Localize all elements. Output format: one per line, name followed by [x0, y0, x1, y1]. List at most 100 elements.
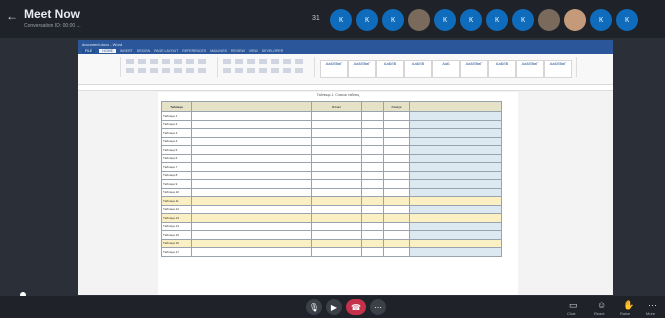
ribbon-button[interactable]: [247, 68, 255, 73]
participant-avatar[interactable]: К: [434, 9, 456, 31]
ribbon-button[interactable]: [150, 68, 158, 73]
style-gallery-item[interactable]: АаБбВвГ: [348, 60, 376, 78]
table-row: Таблица 15: [161, 230, 502, 240]
ribbon-button[interactable]: [295, 59, 303, 64]
ribbon-button[interactable]: [186, 68, 194, 73]
participant-avatar[interactable]: К: [460, 9, 482, 31]
table-cell: Таблица 16: [161, 238, 192, 248]
style-gallery-item[interactable]: АаБбВвГ: [320, 60, 348, 78]
participant-avatar[interactable]: К: [512, 9, 534, 31]
table-cell: [361, 238, 384, 248]
ribbon-tab-mailings[interactable]: MAILINGS: [210, 49, 227, 53]
ribbon-button[interactable]: [138, 59, 146, 64]
table-cell: [361, 153, 384, 163]
table-row: Таблица 5: [161, 145, 502, 155]
ribbon-tab-file[interactable]: FILE: [82, 49, 96, 53]
mic-button[interactable]: 🎙: [306, 299, 322, 315]
table-cell: Таблица 1: [161, 111, 192, 121]
table-row: Таблица 10: [161, 187, 502, 197]
style-gallery-item[interactable]: АаБбВвГ: [516, 60, 544, 78]
call-controls: 🎙 ▶ ☎ ⋯ ▭ ☺ ✋ ⋯ Chat React Raise More: [0, 296, 665, 318]
ribbon-tab-view[interactable]: VIEW: [249, 49, 258, 53]
ribbon-button[interactable]: [126, 59, 134, 64]
ribbon-tab-review[interactable]: REVIEW: [231, 49, 245, 53]
ribbon-button[interactable]: [271, 59, 279, 64]
ribbon-button[interactable]: [174, 68, 182, 73]
table-cell: Таблица 5: [161, 145, 192, 155]
ribbon: АаБбВвГ АаБбВвГ АаБбВ АаБбВ АаБ АаБбВвГ АаБбВ А…: [78, 54, 613, 85]
camera-button[interactable]: ▶: [326, 299, 342, 315]
ribbon-button[interactable]: [223, 68, 231, 73]
ribbon-button[interactable]: [198, 68, 206, 73]
table-cell: [191, 179, 312, 189]
table-cell: [361, 187, 384, 197]
ribbon-button[interactable]: [126, 68, 134, 73]
ribbon-button[interactable]: [271, 68, 279, 73]
participant-avatar[interactable]: К: [382, 9, 404, 31]
style-gallery-item[interactable]: АаБбВвГ: [460, 60, 488, 78]
style-gallery-item[interactable]: АаБбВ: [376, 60, 404, 78]
ribbon-button[interactable]: [150, 59, 158, 64]
participant-avatar[interactable]: [408, 9, 430, 31]
table-cell: [311, 179, 362, 189]
participant-avatar[interactable]: К: [356, 9, 378, 31]
table-cell: [311, 128, 362, 138]
table-cell: [361, 196, 384, 206]
participant-avatar[interactable]: К: [616, 9, 638, 31]
table-row: Таблица 8: [161, 170, 502, 180]
table-cell: [191, 187, 312, 197]
hangup-button[interactable]: ☎: [346, 299, 366, 315]
chat-label: Chat: [567, 311, 576, 316]
ribbon-button[interactable]: [174, 59, 182, 64]
table-cell: [311, 238, 362, 248]
back-arrow-icon[interactable]: ←: [6, 9, 18, 23]
reactions-icon[interactable]: ☺: [597, 300, 606, 310]
more-button[interactable]: ⋯: [370, 299, 386, 315]
ribbon-button[interactable]: [162, 59, 170, 64]
participant-avatar[interactable]: К: [590, 9, 612, 31]
ribbon-button[interactable]: [259, 68, 267, 73]
style-gallery-item[interactable]: АаБбВ: [488, 60, 516, 78]
ribbon-tab-design[interactable]: DESIGN: [137, 49, 150, 53]
participant-avatar[interactable]: [564, 9, 586, 31]
raise-hand-icon[interactable]: ✋: [623, 300, 634, 311]
ribbon-tab-insert[interactable]: INSERT: [120, 49, 133, 53]
table-cell: [383, 111, 410, 121]
reactions-label: React: [594, 311, 605, 316]
ribbon-tab-page-layout[interactable]: PAGE LAYOUT: [154, 49, 178, 53]
ribbon-button[interactable]: [186, 59, 194, 64]
table-cell: [311, 111, 362, 121]
table-cell: [409, 230, 502, 240]
ribbon-button[interactable]: [295, 68, 303, 73]
ribbon-button[interactable]: [247, 59, 255, 64]
participant-avatar[interactable]: К: [330, 9, 352, 31]
style-gallery-item[interactable]: АаБбВ: [404, 60, 432, 78]
table-header-cell: [409, 101, 502, 112]
ribbon-button[interactable]: [198, 59, 206, 64]
ribbon-tab-home[interactable]: HOME: [99, 49, 116, 53]
chat-icon[interactable]: ▭: [569, 300, 578, 311]
overflow-icon[interactable]: ⋯: [648, 300, 657, 311]
table-cell: Таблица 17: [161, 247, 192, 257]
style-gallery-item[interactable]: АаБбВвГ: [544, 60, 572, 78]
ribbon-button[interactable]: [283, 68, 291, 73]
participant-avatar[interactable]: К: [486, 9, 508, 31]
table-row: Таблица 2: [161, 119, 502, 129]
table-cell: Таблица 14: [161, 221, 192, 231]
participant-avatar[interactable]: [538, 9, 560, 31]
style-gallery-item[interactable]: АаБ: [432, 60, 460, 78]
ribbon-button[interactable]: [162, 68, 170, 73]
table-row: Таблица 3: [161, 128, 502, 138]
ribbon-tab-references[interactable]: REFERENCES: [182, 49, 206, 53]
ribbon-button[interactable]: [283, 59, 291, 64]
ribbon-button[interactable]: [235, 68, 243, 73]
ribbon-button[interactable]: [235, 59, 243, 64]
ribbon-button[interactable]: [138, 68, 146, 73]
document-table: Таблица Отчет Статус Таблица 1 Таблица 2 Таб…: [161, 101, 502, 257]
table-cell: [409, 238, 502, 248]
ribbon-tab-developer[interactable]: DEVELOPER: [262, 49, 283, 53]
ribbon-button[interactable]: [223, 59, 231, 64]
ribbon-button[interactable]: [259, 59, 267, 64]
document-page: Таблица 1. Список таблиц Таблица Отчет Ста…: [158, 92, 518, 295]
table-cell: [361, 170, 384, 180]
